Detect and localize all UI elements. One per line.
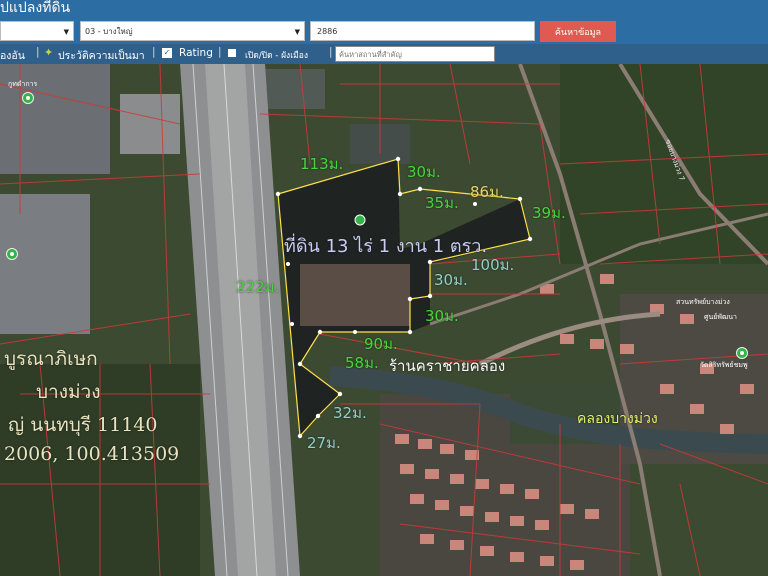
- parcel-area-label: ที่ดิน 13 ไร่ 1 งาน 1 ตรว.: [284, 236, 488, 257]
- toolbar-item-layer[interactable]: องอัน: [0, 47, 25, 64]
- district-select[interactable]: 03 - บางใหญ่ ▼: [80, 21, 305, 41]
- plant-icon: ✦: [44, 46, 54, 59]
- search-button[interactable]: ค้นหาข้อมูล: [540, 21, 616, 42]
- address-line: บูรณาภิเษก: [4, 348, 98, 370]
- district-select-value: 03 - บางใหญ่: [85, 26, 133, 36]
- rating-checkbox[interactable]: ✓: [162, 48, 172, 58]
- map-pin-icon[interactable]: [22, 92, 34, 104]
- address-line: บางม่วง: [36, 381, 101, 403]
- toolbar-item-history[interactable]: ประวัติความเป็นมา: [58, 47, 145, 64]
- toolbar-separator: |: [218, 46, 222, 58]
- canal-label: คลองบางม่วง: [577, 411, 658, 427]
- chevron-down-icon: ▼: [63, 28, 69, 36]
- measurement-label: 35ม.: [425, 194, 459, 212]
- map-pin-icon[interactable]: [736, 347, 748, 359]
- header-bar: ปแปลงที่ดิน ▼ 03 - บางใหญ่ ▼ 2886 ค้นหาข…: [0, 0, 768, 44]
- map-layer: [0, 64, 768, 576]
- measurement-label: 30ม.: [434, 271, 468, 289]
- measurement-label: 27ม.: [307, 434, 341, 452]
- landmark-search-input[interactable]: [335, 46, 495, 62]
- poi-label: สวนทรัพย์บางม่วง: [676, 298, 730, 306]
- province-select[interactable]: ▼: [0, 21, 74, 41]
- poi-label: วัดสิริทรัพย์ชมพู: [700, 361, 748, 369]
- measurement-label: 86ม.: [470, 183, 504, 201]
- toolbar-item-rating[interactable]: Rating: [179, 47, 213, 59]
- measurement-label: 30ม.: [407, 163, 441, 181]
- poi-label: กูทดำการ: [8, 80, 38, 88]
- shop-label: ร้านคราชายคลอง: [389, 357, 506, 375]
- map-pin-icon[interactable]: [6, 248, 18, 260]
- zoning-checkbox[interactable]: [228, 49, 236, 57]
- app-title: ปแปลงที่ดิน: [0, 0, 71, 16]
- measurement-label: 222ม.: [236, 278, 280, 296]
- measurement-label: 39ม.: [532, 204, 566, 222]
- address-line: ญ่ นนทบุรี 11140: [8, 414, 158, 436]
- satellite-map[interactable]: กูทดำการ สวนทรัพย์บางม่วง ศูนย์พัฒนา วัด…: [0, 64, 768, 576]
- toolbar-separator: |: [152, 46, 156, 58]
- measurement-label: 113ม.: [300, 155, 344, 173]
- parcel-number-input[interactable]: 2886: [310, 21, 535, 41]
- measurement-label: 58ม.: [345, 354, 379, 372]
- toolbar-separator: |: [329, 46, 333, 58]
- measurement-label: 30ม.: [425, 307, 459, 325]
- address-line: 2006, 100.413509: [4, 443, 180, 465]
- poi-label: ศูนย์พัฒนา: [704, 313, 737, 321]
- toolbar-separator: |: [36, 46, 40, 58]
- measurement-label: 32ม.: [333, 404, 367, 422]
- toolbar-item-zoning[interactable]: เปิด/ปิด - ผังเมือง: [245, 48, 308, 62]
- chevron-down-icon: ▼: [294, 28, 300, 36]
